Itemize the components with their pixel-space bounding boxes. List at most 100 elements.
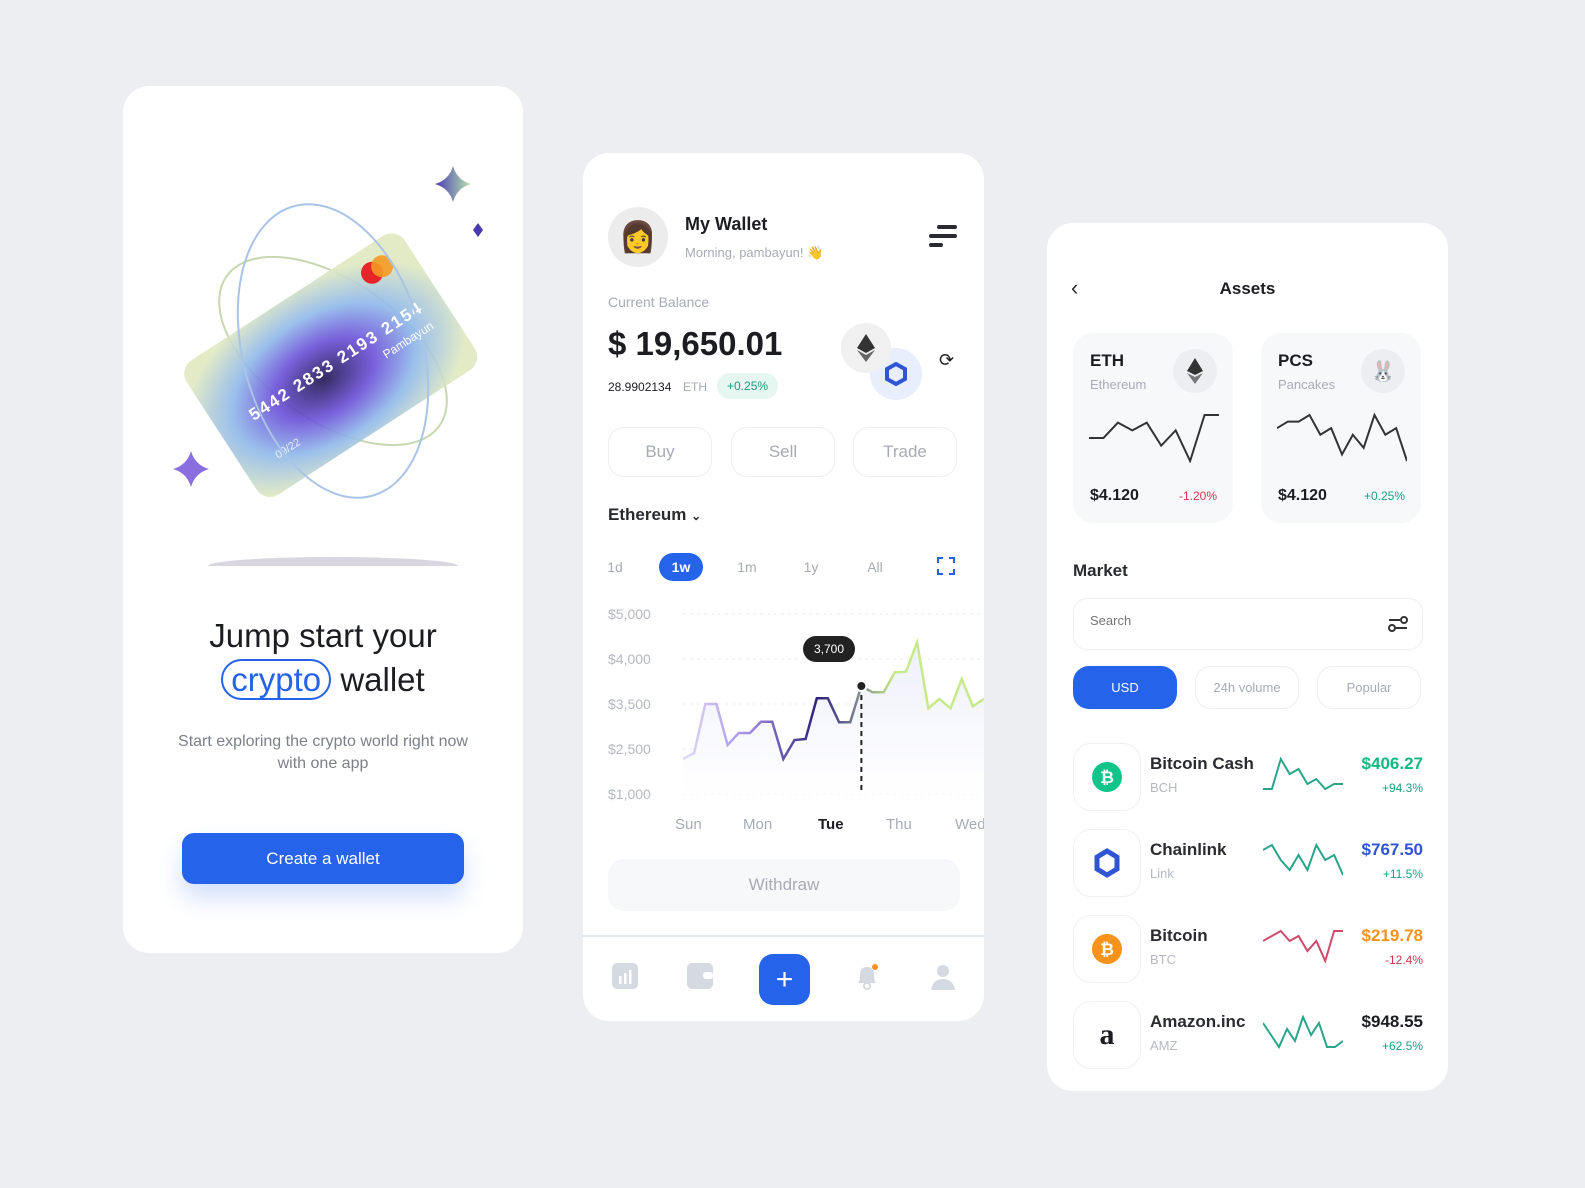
divider	[583, 935, 984, 937]
coin-sparkline	[1263, 757, 1343, 791]
withdraw-button[interactable]: Withdraw	[608, 859, 960, 911]
bitcoin-cash-icon: ₿	[1092, 762, 1122, 792]
create-wallet-button[interactable]: Create a wallet	[182, 833, 464, 884]
sparkline-path	[1263, 757, 1343, 791]
coin-icon: ₿	[1073, 915, 1141, 983]
market-row[interactable]: Chainlink Link $767.50 +11.5%	[1073, 829, 1423, 897]
x-tick: Mon	[743, 816, 773, 833]
timeframe-1y[interactable]: 1y	[789, 553, 833, 581]
chevron-down-icon: ⌄	[691, 509, 702, 523]
coin-name: Chainlink	[1150, 840, 1227, 859]
change-badge: +0.25%	[717, 373, 779, 399]
x-tick-active: Tue	[818, 816, 844, 833]
balance-amount: $ 19,650.01	[608, 325, 783, 362]
market-row[interactable]: a Amazon.inc AMZ $948.55 +62.5%	[1073, 1001, 1423, 1069]
price-chart[interactable]	[583, 593, 984, 813]
coin-price: $406.27	[1361, 754, 1423, 773]
x-tick: Wed	[955, 816, 984, 833]
greeting: Morning, pambayun! 👋	[685, 245, 824, 260]
wallet-title: My Wallet	[685, 214, 768, 234]
filter-icon[interactable]	[1388, 615, 1408, 633]
timeframe-1m[interactable]: 1m	[725, 553, 769, 581]
svg-text:₿: ₿	[1100, 768, 1114, 787]
headline: Jump start your crypto wallet	[123, 614, 523, 702]
coin-sparkline	[1263, 929, 1343, 963]
ethereum-icon	[1173, 349, 1217, 393]
coin-name: Bitcoin	[1150, 926, 1208, 945]
trade-button[interactable]: Trade	[853, 427, 957, 477]
eth-unit: ETH	[683, 380, 707, 394]
coin-change: +62.5%	[1381, 1039, 1423, 1053]
sparkline-path	[1263, 843, 1343, 876]
user-icon[interactable]	[929, 963, 957, 991]
coin-select[interactable]: Ethereum ⌄	[608, 505, 701, 525]
asset-card-pcs[interactable]: PCS Pancakes 🐰 $4.120 +0.25%	[1261, 333, 1421, 523]
asset-symbol: ETH	[1090, 351, 1124, 370]
sparkline-path	[1263, 929, 1343, 963]
sparkline-path	[1263, 1015, 1343, 1049]
credit-card-illustration: 5442 2833 2193 2154 09/22 Pambayun	[173, 166, 483, 566]
asset-price: $4.120	[1278, 487, 1327, 504]
assets-title: Assets	[1219, 279, 1276, 298]
coin-symbol: BCH	[1150, 780, 1178, 795]
coin-icon: ₿	[1073, 743, 1141, 811]
buy-button[interactable]: Buy	[608, 427, 712, 477]
wallet-screen: 👩 My Wallet Morning, pambayun! 👋 Current…	[583, 153, 984, 1021]
asset-sparkline	[1089, 414, 1219, 463]
refresh-icon[interactable]: ⟳	[939, 350, 954, 371]
assets-screen: ‹ Assets ETH Ethereum $4.120 -1.20% PCS …	[1047, 223, 1448, 1091]
sparkle-icon	[435, 166, 471, 202]
coin-sparkline	[1263, 843, 1343, 876]
filter-24h-volume[interactable]: 24h volume	[1195, 666, 1299, 709]
onboarding-subtitle: Start exploring the crypto world right n…	[178, 733, 468, 772]
sparkle-icon	[473, 223, 483, 237]
menu-icon[interactable]	[929, 223, 959, 251]
filter-popular[interactable]: Popular	[1317, 666, 1421, 709]
x-tick: Thu	[886, 816, 912, 833]
chainlink-icon	[1094, 848, 1120, 878]
asset-card-eth[interactable]: ETH Ethereum $4.120 -1.20%	[1073, 333, 1233, 523]
filter-usd[interactable]: USD	[1073, 666, 1177, 709]
asset-name: Pancakes	[1278, 377, 1336, 392]
headline-line-1: Jump start your	[209, 617, 437, 654]
asset-sparkline	[1277, 413, 1407, 462]
plus-icon[interactable]: +	[759, 954, 810, 1005]
market-title: Market	[1073, 561, 1128, 580]
asset-change: -1.20%	[1178, 489, 1217, 503]
x-tick: Sun	[675, 816, 702, 833]
asset-symbol: PCS	[1278, 351, 1313, 370]
fullscreen-icon[interactable]	[937, 557, 955, 575]
eth-amount: 28.9902134	[608, 380, 672, 394]
timeframe-1d[interactable]: 1d	[593, 553, 637, 581]
timeframe-1w[interactable]: 1w	[659, 553, 703, 581]
coin-change: +11.5%	[1382, 867, 1423, 881]
coin-select-label: Ethereum	[608, 505, 687, 524]
market-row[interactable]: ₿ Bitcoin BTC $219.78 -12.4%	[1073, 915, 1423, 983]
svg-text:₿: ₿	[1100, 940, 1114, 959]
asset-name: Ethereum	[1090, 377, 1147, 392]
bitcoin-icon: ₿	[1092, 934, 1122, 964]
search-input[interactable]	[1090, 613, 1350, 628]
pancake-bunny-icon: 🐰	[1361, 349, 1405, 393]
chart-area	[683, 642, 984, 794]
coin-sparkline	[1263, 1015, 1343, 1049]
sell-button[interactable]: Sell	[731, 427, 835, 477]
coin-price: $219.78	[1361, 926, 1423, 945]
bell-icon[interactable]	[854, 963, 882, 991]
chart-tooltip: 3,700	[803, 636, 856, 662]
timeframe-all[interactable]: All	[853, 553, 897, 581]
chart-icon[interactable]	[612, 963, 640, 991]
coin-price: $948.55	[1361, 1012, 1423, 1031]
coin-symbol: BTC	[1150, 952, 1176, 967]
search-field[interactable]	[1073, 598, 1423, 650]
wallet-icon[interactable]	[687, 963, 715, 991]
coin-icon	[1073, 829, 1141, 897]
coin-symbol: Link	[1150, 866, 1174, 881]
coin-name: Bitcoin Cash	[1150, 754, 1254, 773]
avatar[interactable]: 👩	[608, 207, 668, 267]
active-point	[855, 680, 868, 692]
balance-label: Current Balance	[608, 294, 710, 310]
amazon-icon: a	[1099, 1018, 1115, 1051]
headline-line-2: wallet	[340, 661, 425, 698]
market-row[interactable]: ₿ Bitcoin Cash BCH $406.27 +94.3%	[1073, 743, 1423, 811]
